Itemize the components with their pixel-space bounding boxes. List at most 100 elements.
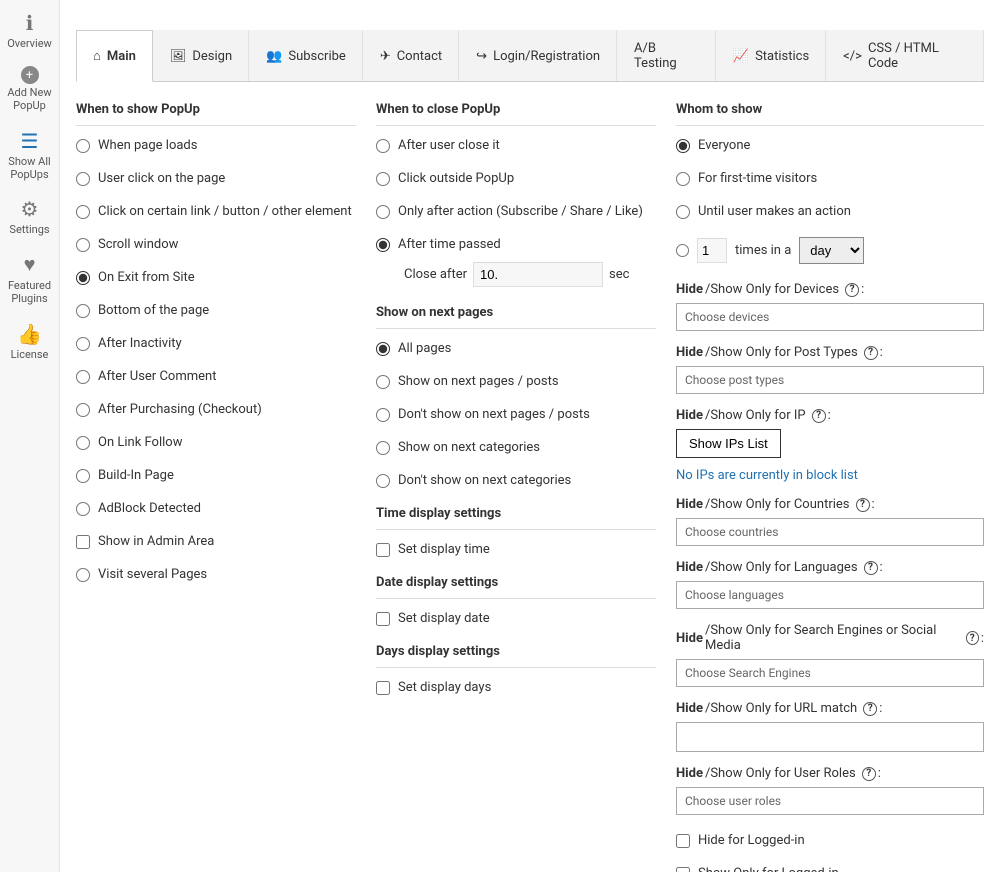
sidebar-item-add-new[interactable]: + Add New PopUp <box>0 60 59 122</box>
radio-label[interactable]: After Inactivity <box>98 336 182 351</box>
when-show-radio[interactable] <box>76 337 90 351</box>
help-icon[interactable]: ? <box>862 767 876 781</box>
when-close-radio[interactable] <box>376 172 390 186</box>
tab-ab-testing[interactable]: A/B Testing <box>617 30 716 81</box>
radio-label[interactable]: After User Comment <box>98 369 216 384</box>
next-pages-radio[interactable] <box>376 342 390 356</box>
display-date-checkbox[interactable] <box>376 612 390 626</box>
help-icon[interactable]: ? <box>864 346 878 360</box>
times-radio[interactable] <box>676 244 689 257</box>
radio-label[interactable]: For first-time visitors <box>698 171 817 186</box>
close-after-input[interactable] <box>473 262 603 287</box>
choose-input[interactable]: Choose devices <box>676 303 984 331</box>
when-show-radio[interactable] <box>76 205 90 219</box>
show-logged-in-checkbox[interactable] <box>676 867 690 872</box>
choose-input[interactable]: Choose countries <box>676 518 984 546</box>
help-icon[interactable]: ? <box>812 409 826 423</box>
tab-css-html[interactable]: </>CSS / HTML Code <box>826 30 984 81</box>
times-unit-select[interactable]: day <box>799 237 864 264</box>
radio-label[interactable]: Build-In Page <box>98 468 174 483</box>
display-days-checkbox[interactable] <box>376 681 390 695</box>
when-show-radio[interactable] <box>76 238 90 252</box>
checkbox-label[interactable]: Hide for Logged-in <box>698 833 805 848</box>
whom-radio[interactable] <box>676 139 690 153</box>
checkbox-label[interactable]: Set display date <box>398 611 490 626</box>
sidebar-item-featured[interactable]: ♥ Featured Plugins <box>0 246 59 315</box>
when-show-radio[interactable] <box>76 469 90 483</box>
when-show-radio[interactable] <box>76 436 90 450</box>
when-show-radio[interactable] <box>76 502 90 516</box>
tab-contact[interactable]: ✈Contact <box>363 30 459 81</box>
radio-label[interactable]: All pages <box>398 341 451 356</box>
whom-radio[interactable] <box>676 172 690 186</box>
when-show-radio[interactable] <box>76 304 90 318</box>
tab-login[interactable]: ↪Login/Registration <box>459 30 617 81</box>
next-pages-radio[interactable] <box>376 375 390 389</box>
when-close-radio[interactable] <box>376 238 390 252</box>
radio-label[interactable]: Don't show on next categories <box>398 473 571 488</box>
checkbox-label[interactable]: Show Only for Logged-in <box>698 866 839 872</box>
checkbox-label[interactable]: Set display time <box>398 542 490 557</box>
when-show-radio[interactable] <box>76 271 90 285</box>
radio-label[interactable]: Scroll window <box>98 237 178 252</box>
display-time-checkbox[interactable] <box>376 543 390 557</box>
radio-label[interactable]: After user close it <box>398 138 500 153</box>
whom-radio[interactable] <box>676 205 690 219</box>
visit-pages-radio[interactable] <box>76 568 90 582</box>
choose-input[interactable]: Choose post types <box>676 366 984 394</box>
when-show-radio[interactable] <box>76 403 90 417</box>
when-show-radio[interactable] <box>76 370 90 384</box>
choose-input[interactable] <box>676 722 984 752</box>
help-icon[interactable]: ? <box>864 561 878 575</box>
tab-design[interactable]: 🖼Design <box>153 30 249 81</box>
radio-label[interactable]: Show on next categories <box>398 440 540 455</box>
sidebar-item-license[interactable]: 👍 License <box>0 316 59 371</box>
show-admin-checkbox[interactable] <box>76 535 90 549</box>
tab-subscribe[interactable]: 👥Subscribe <box>249 30 363 81</box>
tab-statistics[interactable]: 📈Statistics <box>716 30 826 81</box>
radio-label[interactable]: User click on the page <box>98 171 225 186</box>
next-pages-radio[interactable] <box>376 408 390 422</box>
radio-label[interactable]: Don't show on next pages / posts <box>398 407 590 422</box>
tab-label: Design <box>192 49 232 64</box>
choose-input[interactable]: Choose user roles <box>676 787 984 815</box>
sidebar-item-show-all[interactable]: ☰ Show All PopUps <box>0 123 59 191</box>
help-icon[interactable]: ? <box>856 498 870 512</box>
hide-logged-in-checkbox[interactable] <box>676 834 690 848</box>
next-pages-radio[interactable] <box>376 441 390 455</box>
radio-label[interactable]: Only after action (Subscribe / Share / L… <box>398 204 643 219</box>
help-icon[interactable]: ? <box>863 702 877 716</box>
sidebar-item-settings[interactable]: ⚙ Settings <box>0 191 59 246</box>
radio-label[interactable]: When page loads <box>98 138 197 153</box>
show-ips-button[interactable]: Show IPs List <box>676 429 781 458</box>
when-close-radio[interactable] <box>376 205 390 219</box>
when-show-radio[interactable] <box>76 172 90 186</box>
when-close-radio[interactable] <box>376 139 390 153</box>
radio-label[interactable]: After time passed <box>398 237 501 252</box>
radio-label[interactable]: On Exit from Site <box>98 270 195 285</box>
radio-label[interactable]: Until user makes an action <box>698 204 851 219</box>
radio-label[interactable]: After Purchasing (Checkout) <box>98 402 262 417</box>
times-input[interactable] <box>697 238 727 263</box>
radio-label[interactable]: Everyone <box>698 138 750 153</box>
radio-label[interactable]: Visit several Pages <box>98 567 207 582</box>
sidebar-item-overview[interactable]: ℹ Overview <box>0 5 59 60</box>
radio-label[interactable]: Show on next pages / posts <box>398 374 559 389</box>
checkbox-label[interactable]: Show in Admin Area <box>98 534 214 549</box>
tab-main[interactable]: ⌂Main <box>76 30 153 82</box>
radio-label[interactable]: Click on certain link / button / other e… <box>98 204 352 219</box>
help-icon[interactable]: ? <box>845 283 859 297</box>
choose-input[interactable]: Choose Search Engines <box>676 659 984 687</box>
when-show-radio[interactable] <box>76 139 90 153</box>
next-pages-radio[interactable] <box>376 474 390 488</box>
help-icon[interactable]: ? <box>966 631 979 645</box>
when-show-option: Scroll window <box>76 237 356 252</box>
checkbox-label[interactable]: Set display days <box>398 680 491 695</box>
whom-option: Until user makes an action <box>676 204 984 219</box>
radio-label[interactable]: On Link Follow <box>98 435 182 450</box>
choose-input[interactable]: Choose languages <box>676 581 984 609</box>
radio-label[interactable]: Bottom of the page <box>98 303 209 318</box>
display-date-row: Set display date <box>376 611 656 626</box>
radio-label[interactable]: AdBlock Detected <box>98 501 201 516</box>
radio-label[interactable]: Click outside PopUp <box>398 171 514 186</box>
